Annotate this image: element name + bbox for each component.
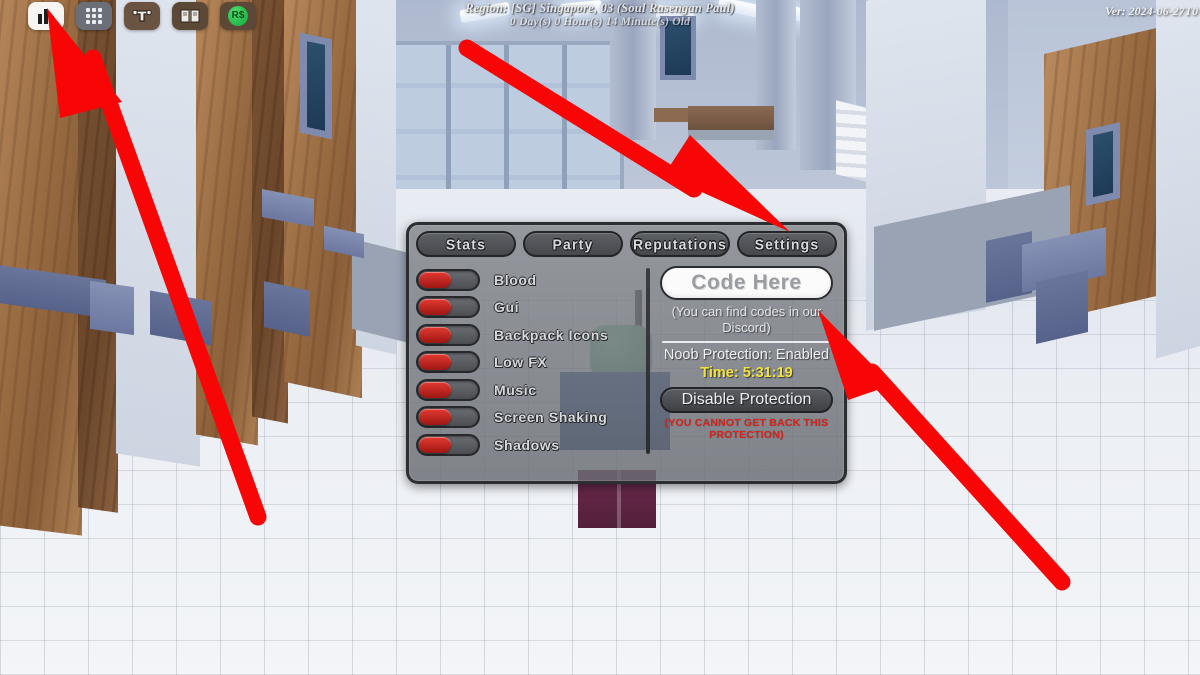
grid-icon [86,8,102,24]
tab-stats-label: Stats [445,235,487,253]
wall-trim [1036,269,1088,345]
code-input-placeholder: Code Here [691,271,802,294]
toggle-knob [419,381,451,398]
toggle-knob [419,436,451,453]
disable-protection-button[interactable]: Disable Protection [660,387,833,413]
wood-panel [196,0,258,446]
codex-icon-button[interactable] [172,2,208,30]
robux-icon: R$ [228,6,248,26]
bench [654,108,688,122]
game-screen: R$ Region: [SG] Singapore, 03 (Soul Rase… [0,0,1200,675]
tab-party[interactable]: Party [523,231,623,257]
toggle-knob [419,354,451,371]
toggle-low-fx[interactable] [416,351,480,374]
section-divider [662,341,831,343]
panel-body: Blood Gui Backpack Icons Low FX Music Sc… [416,266,837,478]
wood-panel [78,0,118,513]
toggle-backpack-icons[interactable] [416,323,480,346]
toggle-low-fx-label: Low FX [494,354,548,371]
toggle-knob [419,326,451,343]
toggle-music-label: Music [494,381,537,398]
tab-reputations-label: Reputations [632,235,728,253]
code-redeem-section: Code Here (You can find codes in our Dis… [660,266,837,478]
tab-party-label: Party [552,235,594,253]
panel-tabs: Stats Party Reputations Settings [416,231,837,257]
toggle-row-music: Music [416,376,644,404]
settings-toggle-list: Blood Gui Backpack Icons Low FX Music Sc… [416,266,644,478]
version-label: Ver: 2024-06-27T0 [1105,4,1198,18]
toggle-blood[interactable] [416,268,480,291]
reception-counter [688,106,774,140]
shop-icon-button[interactable]: R$ [220,2,256,30]
tab-stats[interactable]: Stats [416,231,516,257]
toggle-row-backpack-icons: Backpack Icons [416,321,644,349]
door-window [300,32,332,140]
toggle-gui-label: Gui [494,299,520,316]
wall-segment [116,0,200,467]
toggle-music[interactable] [416,378,480,401]
toggle-row-shadows: Shadows [416,431,644,459]
toggle-screen-shaking[interactable] [416,406,480,429]
items-icon-button[interactable] [124,2,160,30]
toggle-row-low-fx: Low FX [416,349,644,377]
tab-reputations[interactable]: Reputations [630,231,730,257]
book-icon [180,9,200,23]
code-input[interactable]: Code Here [660,266,833,300]
toggle-row-blood: Blood [416,266,644,294]
toggle-row-gui: Gui [416,294,644,322]
wall-trim [264,281,310,337]
toggle-backpack-icons-label: Backpack Icons [494,326,609,343]
toggle-knob [419,299,451,316]
tab-settings[interactable]: Settings [737,231,837,257]
stats-icon-button[interactable] [28,2,64,30]
toggle-knob [419,271,451,288]
hud-icon-bar: R$ [28,2,256,30]
wall-segment [1156,0,1200,359]
toggle-shadows[interactable] [416,433,480,456]
wall-trim [90,280,134,336]
tab-settings-label: Settings [754,235,820,253]
settings-panel: Stats Party Reputations Settings Blood G… [406,222,847,484]
toggle-screen-shaking-label: Screen Shaking [494,409,608,426]
disable-protection-label: Disable Protection [681,391,812,408]
code-hint-text: (You can find codes in our Discord) [671,304,822,335]
noob-protection-status: Noob Protection: Enabled [663,347,830,363]
inventory-icon-button[interactable] [76,2,112,30]
toggle-row-screen-shaking: Screen Shaking [416,404,644,432]
toggle-shadows-label: Shadows [494,436,560,453]
toggle-blood-label: Blood [494,271,537,288]
bone-icon [132,9,152,22]
toggle-gui[interactable] [416,296,480,319]
bar-chart-icon [38,8,54,24]
noob-protection-time: Time: 5:31:19 [700,365,793,381]
protection-warning-text: (YOU CANNOT GET BACK THIS PROTECTION) [664,417,829,441]
toggle-knob [419,409,451,426]
panel-divider [646,268,650,454]
door-window [1086,122,1120,206]
